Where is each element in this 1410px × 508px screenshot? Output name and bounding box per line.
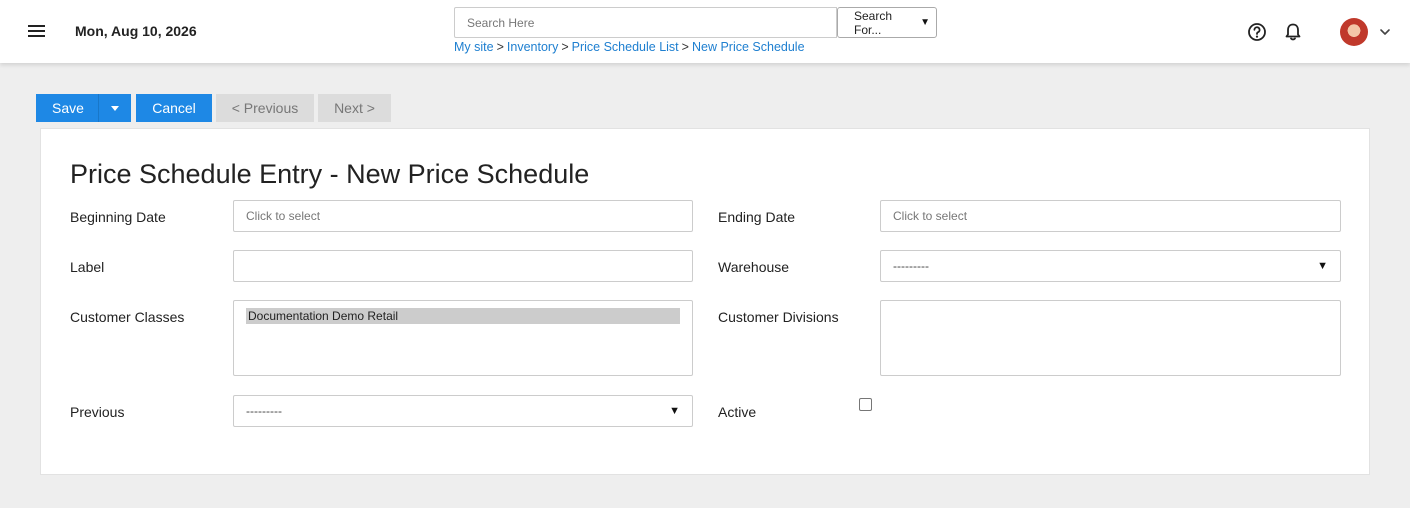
breadcrumb-separator: > (681, 40, 689, 54)
previous-select[interactable]: --------- ▼ (233, 395, 693, 427)
chevron-down-icon: ▼ (920, 17, 930, 28)
breadcrumb: My site > Inventory > Price Schedule List > Ne… (454, 40, 805, 54)
help-icon[interactable] (1247, 22, 1267, 42)
search-for-select[interactable]: Search For... ▼ (837, 7, 937, 38)
current-date: Mon, Aug 10, 2026 (75, 23, 197, 39)
list-item[interactable]: Documentation Demo Retail (246, 308, 680, 324)
top-bar: Mon, Aug 10, 2026 Search For... ▼ My sit… (0, 0, 1410, 63)
save-options-button[interactable] (98, 94, 131, 122)
chevron-down-icon: ▼ (1317, 260, 1328, 272)
next-button[interactable]: Next > (318, 94, 391, 122)
page-title: Price Schedule Entry - New Price Schedul… (70, 159, 590, 189)
customer-divisions-listbox[interactable] (880, 300, 1341, 376)
active-label: Active (718, 404, 757, 420)
customer-classes-label: Customer Classes (70, 309, 185, 325)
caret-down-icon (111, 105, 119, 111)
previous-label: Previous (70, 404, 125, 420)
save-button[interactable]: Save (36, 94, 98, 122)
previous-button[interactable]: < Previous (216, 94, 314, 122)
beginning-date-field[interactable]: Click to select (233, 200, 693, 232)
warehouse-select[interactable]: --------- ▼ (880, 250, 1341, 282)
customer-classes-listbox[interactable]: Documentation Demo Retail (233, 300, 693, 376)
chevron-down-icon[interactable] (1378, 25, 1392, 39)
search-for-label: Search For... (854, 8, 893, 37)
bell-icon[interactable] (1283, 22, 1303, 42)
price-schedule-form: Price Schedule Entry - New Price Schedul… (40, 128, 1370, 475)
chevron-down-icon: ▼ (669, 405, 680, 417)
breadcrumb-inventory[interactable]: Inventory (507, 40, 558, 54)
customer-divisions-label: Customer Divisions (718, 309, 839, 325)
label-label: Label (70, 259, 105, 275)
breadcrumb-new-price-schedule[interactable]: New Price Schedule (692, 40, 805, 54)
menu-icon[interactable] (28, 25, 45, 39)
previous-value: --------- (246, 404, 282, 418)
breadcrumb-price-schedule-list[interactable]: Price Schedule List (572, 40, 679, 54)
ending-date-label: Ending Date (718, 209, 796, 225)
label-input[interactable] (233, 250, 693, 282)
ending-date-field[interactable]: Click to select (880, 200, 1341, 232)
beginning-date-label: Beginning Date (70, 209, 166, 225)
active-checkbox[interactable] (859, 398, 872, 411)
avatar[interactable] (1340, 18, 1368, 46)
warehouse-value: --------- (893, 259, 929, 273)
breadcrumb-separator: > (561, 40, 569, 54)
search-input[interactable] (454, 7, 837, 38)
breadcrumb-my-site[interactable]: My site (454, 40, 494, 54)
breadcrumb-separator: > (496, 40, 504, 54)
cancel-button[interactable]: Cancel (136, 94, 212, 122)
warehouse-label: Warehouse (718, 259, 790, 275)
